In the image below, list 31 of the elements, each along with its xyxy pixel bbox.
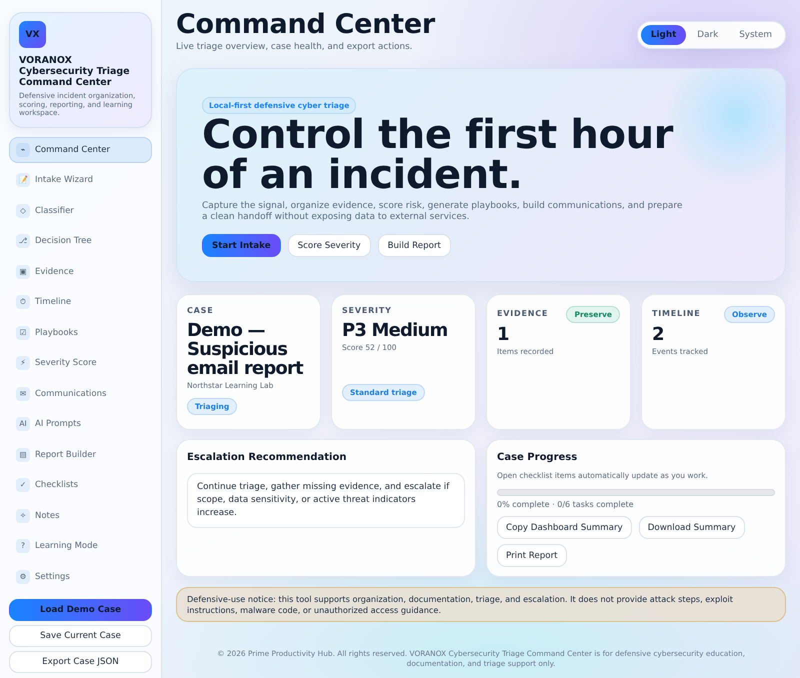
start-intake-button[interactable]: Start Intake [202,234,281,257]
print-report-button[interactable]: Print Report [497,544,567,567]
hero-description: Capture the signal, organize evidence, score risk, generate playbooks, build communications, and prepare a clean handoff without exposing data to external services. [202,201,684,223]
copy-summary-button[interactable]: Copy Dashboard Summary [497,516,632,539]
hero-headline: Control the first hour of an incident. [202,115,674,195]
export-case-button[interactable]: Export Case JSON [9,650,152,672]
notice-banner: Defensive-use notice: this tool supports organization, documentation, triage, and escalation. It does not provide attack steps, exploit instructions, malware code, or unauthorized access guidance. [176,587,786,622]
load-demo-button[interactable]: Load Demo Case [9,598,152,620]
stat-value: P3 Medium [342,321,448,340]
theme-option[interactable]: System [729,25,782,45]
save-case-button[interactable]: Save Current Case [9,624,152,646]
progress-status: 0% complete · 0/6 tasks complete [497,499,635,510]
theme-option[interactable]: Light [640,25,686,45]
download-summary-button[interactable]: Download Summary [638,516,745,539]
stat-value: 1 [497,325,510,344]
stat-value: 2 [652,325,665,344]
stat-label: TIMELINE [652,308,700,320]
stat-label: SEVERITY [342,305,393,317]
build-report-button[interactable]: Build Report [378,234,451,257]
page-title: Command Center [176,9,435,41]
recommendation-note: Continue triage, gather missing evidence, and escalate if scope, data sensitivity, or active threat indicators increase. [187,473,465,528]
page-subtitle: Live triage overview, case health, and export actions. [176,42,414,53]
stat-value: Demo — Suspicious email report [187,321,304,378]
card-title: Case Progress [497,451,578,465]
brand-logo: VX [19,21,46,48]
stat-label: EVIDENCE [497,308,548,320]
card-title: Escalation Recommendation [187,451,348,465]
theme-option[interactable]: Dark [687,25,728,45]
stat-label: CASE [187,305,214,317]
score-severity-button[interactable]: Score Severity [288,234,371,257]
brand-title: VORANOX Cybersecurity Triage Command Center [19,55,131,88]
